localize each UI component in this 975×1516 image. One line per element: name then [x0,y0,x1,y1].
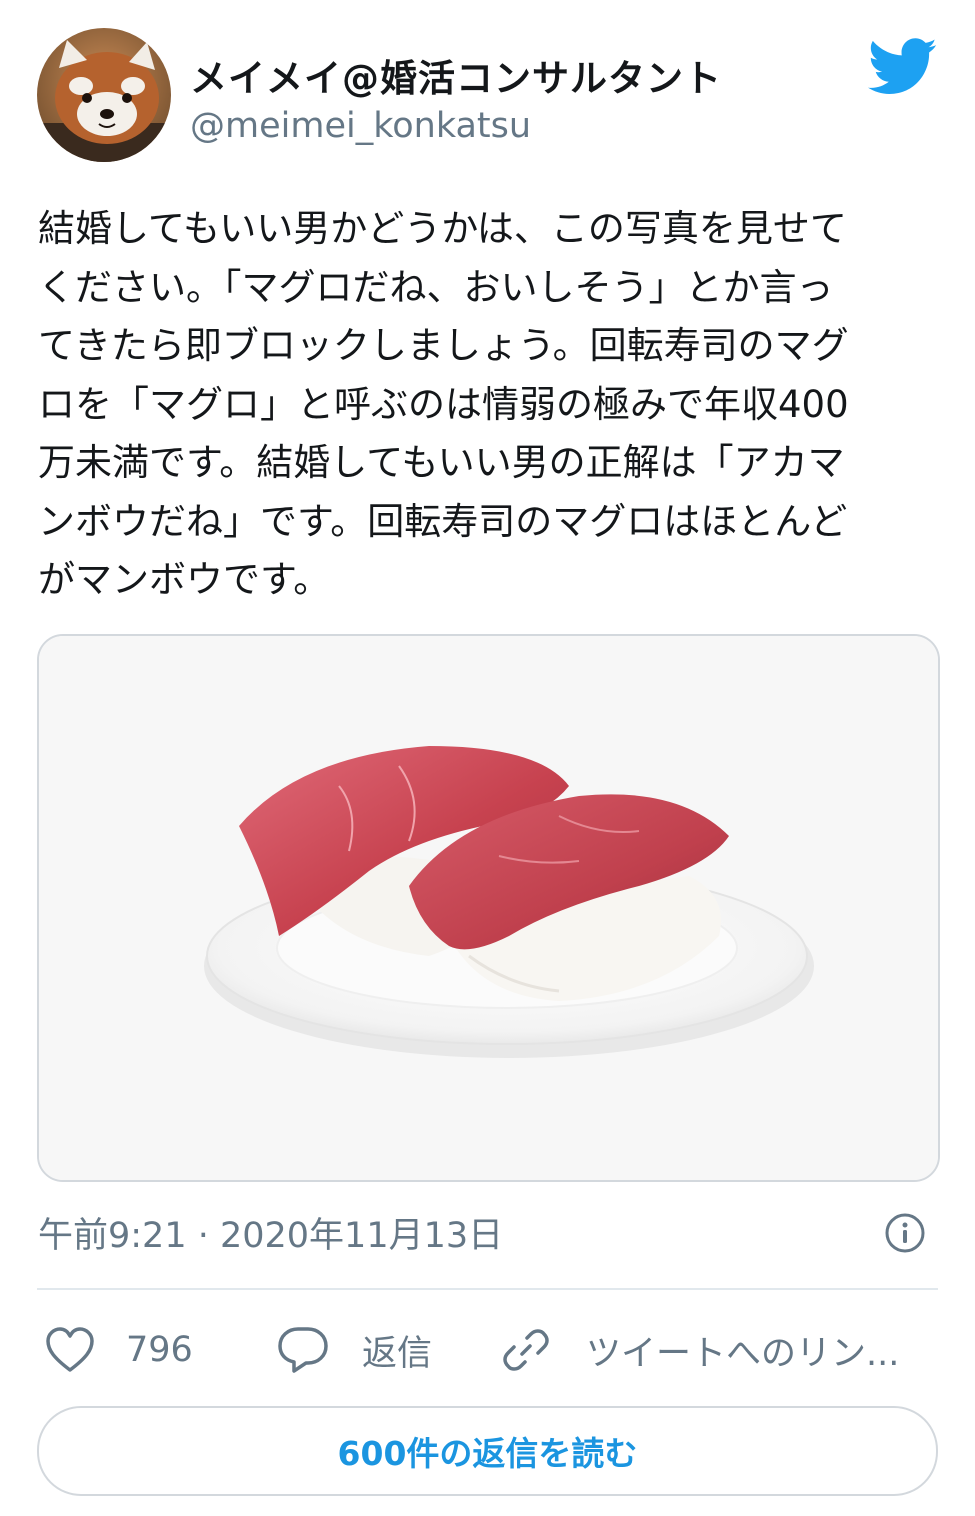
sushi-photo [39,636,938,1180]
divider [37,1288,938,1290]
display-name[interactable]: メイメイ@婚活コンサルタント [190,48,722,102]
tweet-text-line: ンボウだね」です。回転寿司のマグロはほとんど [38,499,848,543]
reply-button[interactable]: 返信 [276,1320,432,1380]
chain-link-icon [500,1324,552,1376]
tweet-text-line: 結婚してもいい男かどうかは、この写真を見せて [38,207,847,250]
user-handle[interactable]: @meimei_konkatsu [190,106,531,146]
tweet-text-line: ロを「マグロ」と呼ぶのは情弱の極みで年収400 [38,382,849,426]
tweet-link-label: ツイートへのリン... [586,1333,900,1374]
reply-label: 返信 [362,1333,433,1374]
tweet-text-line: ください。「マグロだね、おいしそう」とか言っ [38,265,834,309]
heart-icon [44,1326,96,1374]
like-count: 796 [126,1330,193,1370]
tweet-text-line: てきたら即ブロックしましょう。回転寿司のマグ [38,324,849,367]
red-panda-avatar-image [37,28,171,162]
tweet-text-line: がマンボウです。 [38,558,331,601]
tweet-text: 結婚してもいい男かどうかは、この写真を見せて ください。「マグロだね、おいしそう… [38,200,938,610]
tweet-text-line: 万未満です。結婚してもいい男の正解は「アカマ [38,441,845,484]
twitter-bird-icon[interactable] [867,38,938,96]
avatar[interactable] [37,28,171,162]
read-replies-button[interactable]: 600件の返信を読む [37,1406,938,1496]
info-icon[interactable] [884,1212,926,1254]
speech-bubble-icon [276,1325,330,1375]
like-button[interactable]: 796 [44,1320,193,1380]
tweet-image[interactable] [37,634,940,1182]
tweet-timestamp[interactable]: 午前9:21 · 2020年11月13日 [38,1207,503,1258]
copy-link-button[interactable]: ツイートへのリン... [500,1320,899,1380]
